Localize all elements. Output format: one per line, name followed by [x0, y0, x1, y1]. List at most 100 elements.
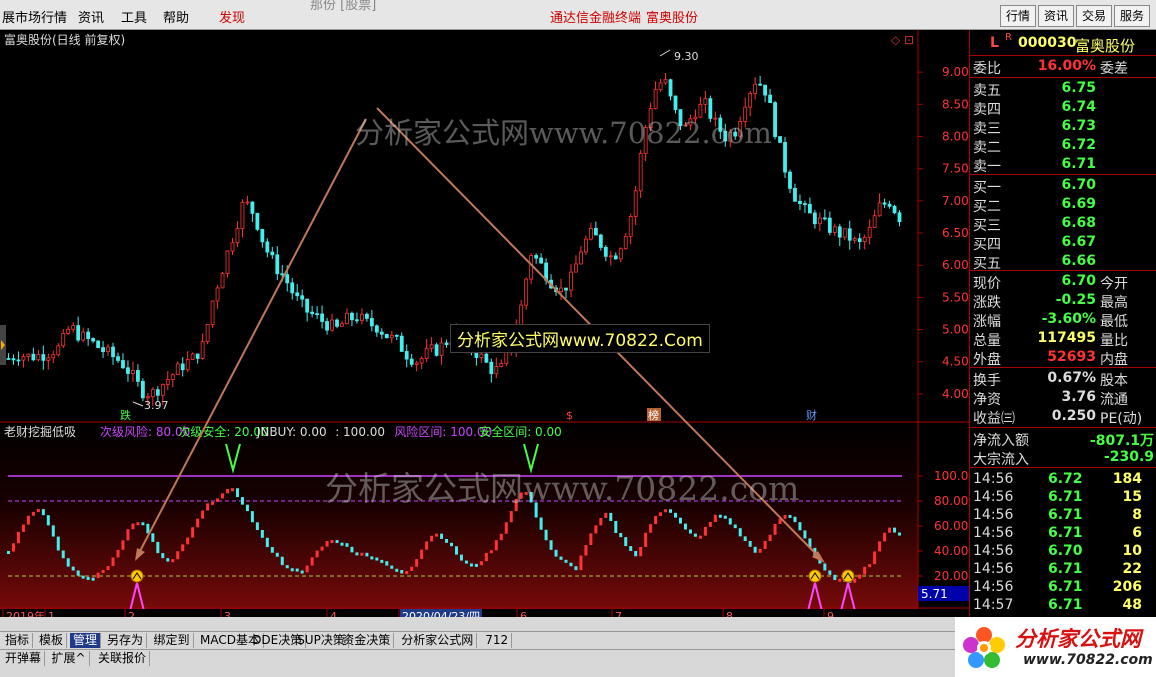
candle-body: [668, 79, 673, 97]
candle-body: [374, 325, 379, 333]
price-tick: 6.50: [942, 226, 969, 240]
site-logo: 分析家公式网 www.70822.com: [955, 617, 1156, 677]
indicator-tab[interactable]: 管理: [70, 633, 102, 648]
indicator-tab[interactable]: 另存为: [104, 633, 148, 648]
indicator-bar: [91, 577, 95, 581]
indicator-bar: [828, 570, 832, 575]
menu-discover[interactable]: 发现: [219, 7, 245, 26]
candle-body: [290, 282, 295, 294]
candle-body: [195, 353, 200, 359]
x-axis-label: 4: [330, 610, 337, 617]
extra-tab[interactable]: 关联报价: [95, 651, 151, 666]
indicator-bar: [191, 527, 195, 538]
candle-body: [842, 228, 847, 238]
stock-code: 000030: [1018, 35, 1077, 51]
marker-cai[interactable]: 财: [806, 408, 817, 422]
candle-body: [6, 358, 11, 360]
indicator-bar: [569, 562, 573, 567]
candle-body: [340, 323, 344, 327]
marker-bang[interactable]: 榜: [648, 408, 659, 422]
indicator-bar: [425, 541, 429, 550]
indicator-bar: [718, 514, 722, 518]
candle-body: [305, 298, 310, 313]
candle-body: [230, 242, 235, 252]
indicator-bar: [111, 557, 115, 567]
candle-body: [618, 248, 623, 260]
quote-row: 卖五 6.75: [970, 79, 1156, 99]
chart-corner-icon[interactable]: ◇ ⊡: [891, 33, 914, 47]
candle-body: [593, 228, 598, 236]
indicator-bar: [713, 514, 717, 523]
menu-help[interactable]: 帮助: [163, 7, 189, 26]
btn-service[interactable]: 服务: [1114, 5, 1150, 27]
candle-body: [758, 83, 763, 86]
indicator-bar: [360, 552, 364, 556]
extra-tab[interactable]: 扩展^: [49, 651, 90, 666]
btn-news[interactable]: 资讯: [1038, 5, 1074, 27]
tick-price: 6.70: [1048, 543, 1083, 559]
candle-body: [783, 142, 787, 173]
indicator-tab[interactable]: 712: [482, 633, 513, 648]
stat2-label-2: 股本: [1100, 373, 1128, 389]
btn-trade[interactable]: 交易: [1076, 5, 1112, 27]
stat2-label-2: PE(动): [1100, 411, 1143, 427]
indicator-bar: [315, 550, 319, 558]
indicator-bar: [11, 543, 15, 552]
indicator-bar: [240, 497, 244, 505]
stat-label-2: 最低: [1100, 314, 1128, 330]
indicator-param: JNBUY: 0.00: [256, 425, 327, 439]
indicator-bar: [51, 525, 55, 537]
indicator-param: : 100.00: [335, 425, 385, 439]
stock-title: 富奥股份: [646, 11, 699, 26]
stat-value: -0.25: [1055, 292, 1096, 308]
marker-fall[interactable]: 跌: [120, 408, 131, 422]
indicator-bar: [619, 533, 623, 538]
extra-tab[interactable]: 开弹幕: [2, 651, 46, 666]
indicator-bar: [285, 565, 289, 569]
indicator-tab[interactable]: 资金决策: [339, 633, 395, 648]
sell-price: 6.74: [1061, 99, 1096, 115]
candle-body: [205, 324, 210, 342]
quote-row: 买一 6.70: [970, 176, 1156, 196]
indicator-bar: [868, 564, 872, 568]
candle-body: [394, 334, 399, 337]
candle-body: [613, 255, 618, 260]
indicator-bar: [574, 566, 578, 571]
candle-body: [270, 251, 275, 256]
indicator-bar: [196, 518, 200, 528]
indicator-bar: [156, 541, 160, 554]
x-axis-label: 2020/04/23/四: [402, 610, 480, 617]
indicator-tick: 80.00: [934, 494, 968, 508]
bottom-bar: 指标 模板 管理 另存为 绑定到 MACD基本 DDE决策 SUP决策 资金决策 分析家公式网 71…: [0, 617, 969, 677]
indicator-bar: [101, 569, 105, 573]
menu-info[interactable]: 资讯: [78, 7, 104, 26]
x-axis: 2019年 1 2 3 4 2020/04/23/四 6 7 8 9: [0, 609, 969, 617]
candle-body: [812, 212, 817, 225]
indicator-param: 风险区间: 100.00: [394, 424, 492, 439]
stock-name: 富奥股份: [1075, 37, 1136, 55]
menu-tools[interactable]: 工具: [121, 7, 147, 26]
candle-body: [285, 274, 290, 284]
marker-dollar[interactable]: $: [566, 409, 573, 422]
candle-body: [155, 389, 160, 396]
candle-body: [633, 190, 638, 217]
tick-volume: 8: [1132, 507, 1142, 523]
candle-body: [489, 361, 494, 375]
quote-row: 大宗流入 -230.9: [970, 448, 1156, 468]
btn-quote[interactable]: 行情: [1000, 5, 1036, 27]
candle-body: [260, 228, 265, 243]
indicator-bar: [688, 529, 692, 534]
indicator-tab[interactable]: 指标: [2, 633, 34, 648]
indicator-bar: [96, 572, 100, 579]
candle-body: [559, 287, 563, 293]
quote-row: 14:56 6.71 6: [970, 524, 1156, 543]
indicator-tab[interactable]: 绑定到: [151, 633, 194, 648]
indicator-bar: [878, 541, 882, 552]
stat-label-2: 量比: [1100, 333, 1128, 349]
buy-level-label: 买三: [973, 218, 1001, 234]
indicator-tab[interactable]: 分析家公式网: [398, 633, 478, 648]
menu-market[interactable]: 展市场行情: [2, 7, 67, 26]
indicator-bar: [748, 540, 752, 547]
candle-body: [185, 359, 190, 371]
indicator-tab[interactable]: 模板: [36, 633, 68, 648]
